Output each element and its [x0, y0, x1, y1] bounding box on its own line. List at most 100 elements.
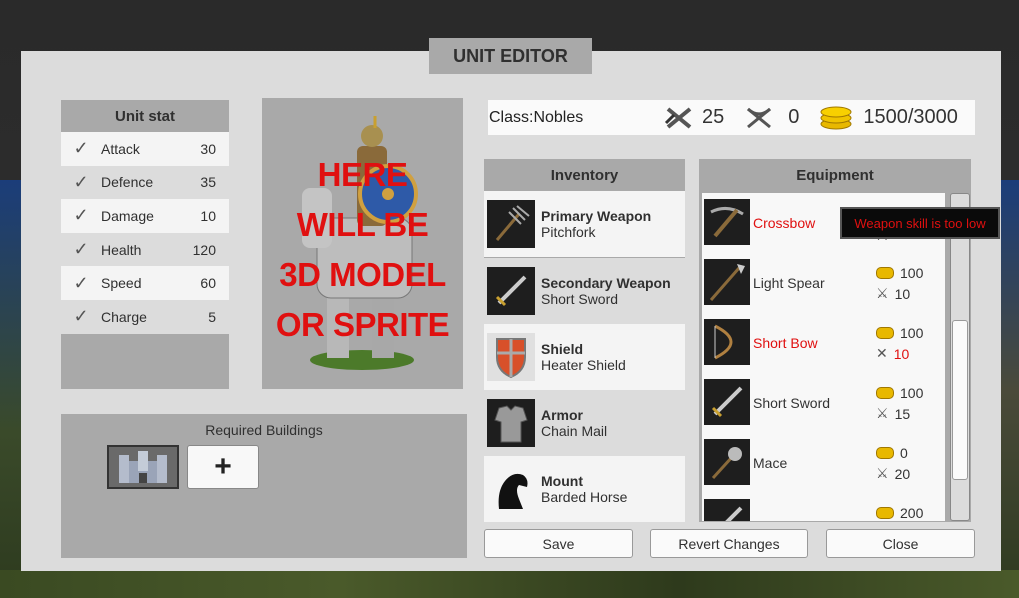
slot-item: Short Sword — [541, 291, 619, 307]
check-icon: ✓ — [73, 239, 89, 260]
ranged-skill-value: 0 — [788, 106, 800, 128]
stat-row-damage[interactable]: ✓ Damage 10 — [61, 199, 229, 233]
placeholder-line: WILL BE — [296, 206, 429, 243]
check-icon: ✓ — [73, 306, 89, 327]
crossed-swords-icon: ⚔ — [876, 405, 889, 421]
crossed-bows-icon — [747, 107, 772, 128]
skill-value: 10 — [894, 285, 911, 302]
crossbow-icon — [704, 199, 750, 245]
scrollbar-thumb[interactable] — [952, 320, 968, 480]
stat-value: 120 — [192, 241, 216, 258]
equipment-skill: ⚔ 20 — [876, 465, 910, 482]
stat-row-attack[interactable]: ✓ Attack 30 — [61, 132, 229, 166]
equipment-cost: 100 — [876, 385, 923, 401]
stat-label: Health — [101, 241, 142, 258]
equipment-skill: ⚔ 10 — [876, 285, 910, 302]
gold-coins-icon — [876, 387, 894, 399]
required-buildings-panel: Required Buildings + — [61, 414, 467, 558]
crossed-swords-icon: ⚔ — [876, 465, 889, 481]
save-button[interactable]: Save — [484, 529, 633, 558]
weapon-skill-value: 25 — [702, 106, 725, 128]
blade-icon — [704, 499, 750, 521]
bow-icon — [704, 319, 750, 365]
shield-icon — [487, 333, 535, 381]
weapon-skill-tooltip: Weapon skill is too low — [840, 207, 1000, 239]
class-bar: Class:Nobles 25 0 1500/3000 — [488, 100, 975, 135]
stat-label: Speed — [101, 275, 142, 292]
sword-icon — [704, 379, 750, 425]
required-buildings-title: Required Buildings — [205, 422, 323, 438]
gold-coins-icon — [876, 267, 894, 279]
equipment-cost: 0 — [876, 445, 908, 461]
equipment-name: Mace — [753, 455, 788, 471]
inventory-slot-armor[interactable]: Armor Chain Mail — [484, 390, 685, 456]
equipment-scrollbar[interactable] — [950, 193, 970, 521]
cost-value: 100 — [900, 385, 924, 401]
equipment-item-mace[interactable]: Mace 0 ⚔ 20 — [702, 433, 945, 493]
cost-value: 100 — [900, 325, 924, 341]
inventory-header: Inventory — [550, 166, 619, 184]
stat-value: 5 — [208, 308, 216, 325]
slot-item: Chain Mail — [541, 423, 608, 439]
crossed-swords-icon — [664, 106, 692, 129]
stat-value: 30 — [200, 140, 216, 157]
slot-title: Mount — [541, 473, 583, 489]
check-icon: ✓ — [73, 171, 89, 192]
stat-value: 35 — [200, 174, 216, 191]
horse-icon — [487, 465, 535, 513]
crossed-bows-icon: ✕ — [876, 345, 888, 361]
spear-icon — [704, 259, 750, 305]
unit-class-label: Class:Nobles — [489, 108, 584, 126]
inventory-slot-mount[interactable]: Mount Barded Horse — [484, 456, 685, 522]
background-scenery-bottom — [0, 570, 1019, 598]
slot-item: Heater Shield — [541, 357, 626, 373]
gold-coins-icon — [876, 507, 894, 519]
stat-label: Damage — [101, 207, 154, 224]
inventory-panel: Inventory Primary Weapon Pitchfork Secon… — [484, 159, 685, 522]
revert-changes-button[interactable]: Revert Changes — [650, 529, 808, 558]
equipment-skill: ⚔ 15 — [876, 405, 910, 422]
stat-row-health[interactable]: ✓ Health 120 — [61, 232, 229, 267]
slot-title: Shield — [541, 341, 584, 357]
equipment-name: Short Sword — [753, 395, 831, 411]
close-button[interactable]: Close — [826, 529, 975, 558]
unit-model-preview: HERE WILL BE 3D MODEL OR SPRITE — [262, 98, 463, 389]
castle-icon — [119, 451, 167, 483]
gold-coins-icon — [876, 447, 894, 459]
equipment-cost: 100 — [876, 325, 923, 341]
check-icon: ✓ — [73, 272, 89, 293]
gold-value: 1500/3000 — [863, 106, 958, 128]
slot-title: Primary Weapon — [541, 208, 652, 224]
inventory-slot-primary-weapon[interactable]: Primary Weapon Pitchfork — [484, 191, 685, 257]
equipment-item-light-spear[interactable]: Light Spear 100 ⚔ 10 — [702, 253, 945, 313]
equipment-item-partial[interactable]: 200 — [702, 493, 945, 521]
add-building-button[interactable]: + — [187, 445, 259, 489]
sword-icon — [487, 267, 535, 315]
unit-stat-header: Unit stat — [115, 107, 175, 125]
stat-row-charge[interactable]: ✓ Charge 5 — [61, 299, 229, 334]
inventory-slot-shield[interactable]: Shield Heater Shield — [484, 324, 685, 390]
window-title: UNIT EDITOR — [429, 38, 592, 74]
cost-value: 0 — [900, 445, 908, 461]
stat-value: 60 — [200, 275, 216, 292]
cost-value: 200 — [900, 505, 924, 521]
unit-stat-panel: Unit stat ✓ Attack 30 ✓ Defence 35 ✓ Dam… — [61, 100, 229, 389]
equipment-cost: 100 — [876, 265, 923, 281]
equipment-item-short-sword[interactable]: Short Sword 100 ⚔ 15 — [702, 373, 945, 433]
equipment-list[interactable]: Crossbow ⚔ 10 Light Spear 100 ⚔ 10 — [702, 193, 945, 521]
stat-row-speed[interactable]: ✓ Speed 60 — [61, 266, 229, 300]
mace-icon — [704, 439, 750, 485]
crossed-swords-icon: ⚔ — [876, 285, 889, 301]
building-slot[interactable] — [107, 445, 179, 489]
inventory-slot-secondary-weapon[interactable]: Secondary Weapon Short Sword — [484, 258, 685, 324]
equipment-name: Short Bow — [753, 335, 818, 351]
equipment-name: Crossbow — [753, 215, 816, 231]
equipment-item-short-bow[interactable]: Short Bow 100 ✕ 10 — [702, 313, 945, 373]
skill-value: 15 — [894, 405, 911, 422]
cost-value: 100 — [900, 265, 924, 281]
chainmail-icon — [487, 399, 535, 447]
stat-row-defence[interactable]: ✓ Defence 35 — [61, 165, 229, 200]
equipment-header: Equipment — [796, 166, 874, 184]
slot-item: Barded Horse — [541, 489, 628, 505]
equipment-skill: ✕ 10 — [876, 345, 909, 362]
